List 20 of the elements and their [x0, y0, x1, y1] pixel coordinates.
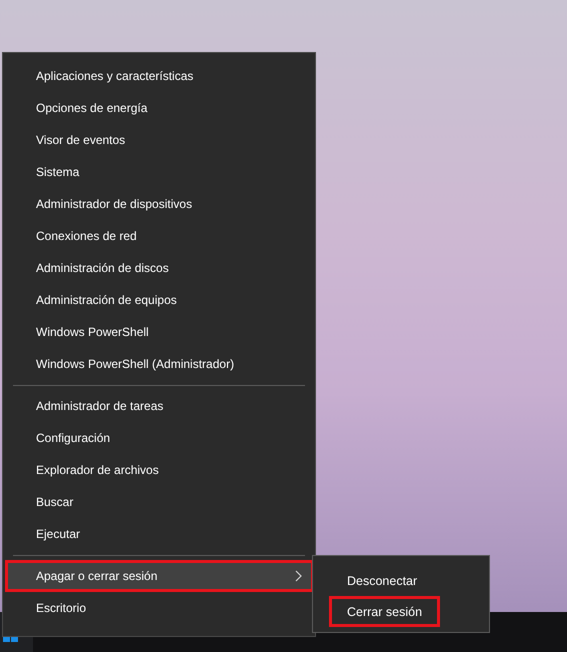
menu-item[interactable]: Windows PowerShell [3, 316, 315, 348]
menu-item[interactable]: Sistema [3, 156, 315, 188]
menu-item[interactable]: Administración de equipos [3, 284, 315, 316]
menu-item[interactable]: Explorador de archivos [3, 454, 315, 486]
menu-item[interactable]: Cerrar sesión [329, 596, 440, 627]
menu-item[interactable]: Windows PowerShell (Administrador) [3, 348, 315, 380]
menu-item[interactable]: Administrador de tareas [3, 390, 315, 422]
menu-item[interactable]: Administración de discos [3, 252, 315, 284]
menu-item[interactable]: Escritorio [3, 592, 315, 624]
menu-item[interactable]: Visor de eventos [3, 124, 315, 156]
menu-item[interactable]: Conexiones de red [3, 220, 315, 252]
menu-item[interactable]: Configuración [3, 422, 315, 454]
menu-item[interactable]: Administrador de dispositivos [3, 188, 315, 220]
menu-item[interactable]: Ejecutar [3, 518, 315, 550]
menu-item[interactable]: Opciones de energía [3, 92, 315, 124]
menu-item[interactable]: Buscar [3, 486, 315, 518]
menu-item[interactable]: Aplicaciones y características [3, 60, 315, 92]
menu-item[interactable]: Desconectar [329, 565, 437, 596]
menu-item[interactable]: Apagar o cerrar sesión [5, 560, 314, 592]
chevron-right-icon [295, 570, 302, 582]
